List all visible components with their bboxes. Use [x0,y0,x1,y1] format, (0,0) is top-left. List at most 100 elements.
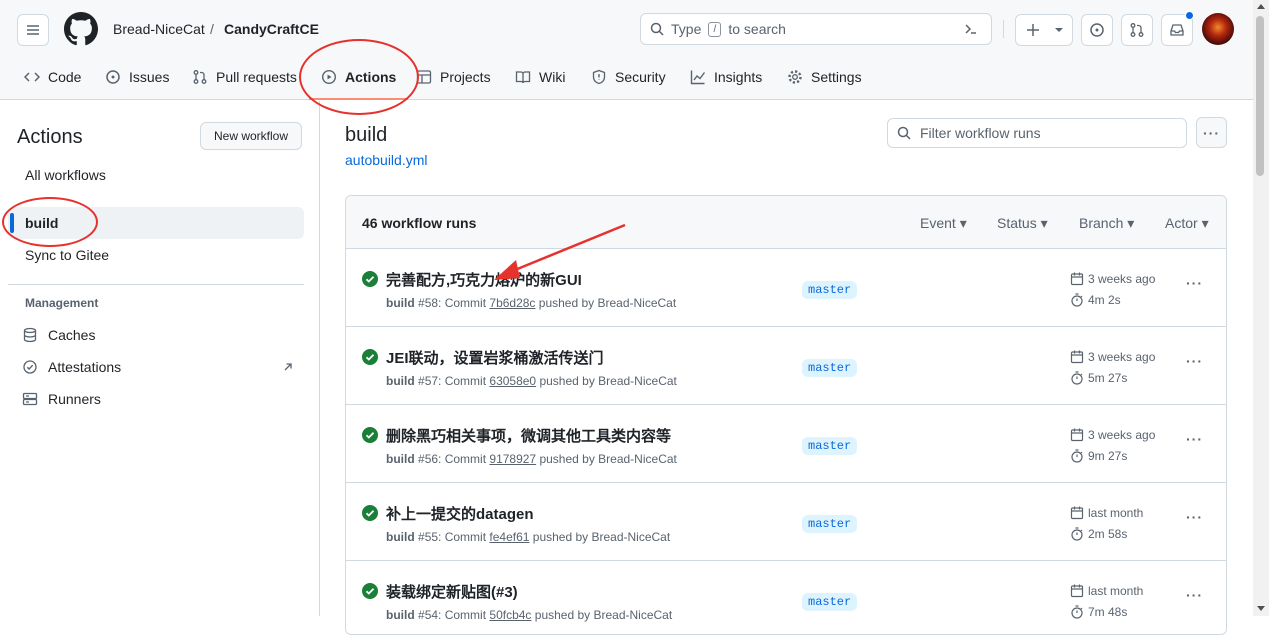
command-palette-button[interactable] [956,17,986,41]
tab-issues[interactable]: Issues [105,64,169,90]
workflow-run-row[interactable]: 装载绑定新贴图(#3) build #54: Commit 50fcb4c pu… [346,561,1226,634]
run-meta: build #55: Commit fe4ef61 pushed by Brea… [386,530,671,544]
check-circle-icon [362,505,378,521]
workflow-title: build [345,124,388,146]
status-filter[interactable]: Status ▾ [997,215,1048,232]
terminal-icon [965,24,976,34]
workflow-run-row[interactable]: JEI联动，设置岩浆桶激活传送门 build #57: Commit 63058… [346,327,1226,405]
search-text-pre: Type [671,21,702,37]
code-icon [24,72,40,82]
workflow-run-row[interactable]: 补上一提交的datagen build #55: Commit fe4ef61 … [346,483,1226,561]
triangle-down-icon [1055,28,1063,32]
sidebar-item-runners[interactable]: Runners [22,391,101,407]
search-input[interactable]: Type / to search [640,13,992,45]
run-kebab-icon[interactable]: ··· [1186,587,1203,603]
management-heading: Management [25,296,99,310]
sidebar-item-caches[interactable]: Caches [22,327,95,343]
issue-opened-icon [106,70,120,84]
header-divider [1003,20,1004,38]
tab-issues-label: Issues [129,69,170,85]
sidebar-item-all-workflows[interactable]: All workflows [25,167,106,183]
tab-wiki[interactable]: Wiki [515,64,565,90]
run-duration: 9m 27s [1070,449,1127,463]
annotation-circle-actions [299,39,419,115]
repo-link[interactable]: CandyCraftCE [224,20,319,38]
run-date: last month [1070,584,1143,598]
run-kebab-icon[interactable]: ··· [1186,509,1203,525]
scroll-down-arrow[interactable] [1257,606,1265,611]
tab-security[interactable]: Security [591,64,666,90]
tab-code-label: Code [48,69,82,85]
run-date: 3 weeks ago [1070,272,1155,286]
run-meta: build #58: Commit 7b6d28c pushed by Brea… [386,296,677,310]
run-kebab-icon[interactable]: ··· [1186,431,1203,447]
workflow-run-row[interactable]: 完善配方,巧克力熔炉的新GUI build #58: Commit 7b6d28… [346,249,1226,327]
pull-requests-button[interactable] [1121,14,1153,46]
tab-insights-label: Insights [714,69,763,85]
create-new-button[interactable] [1015,14,1073,46]
scrollbar-thumb[interactable] [1256,16,1264,176]
filter-runs-input[interactable]: Filter workflow runs [887,118,1187,148]
run-title[interactable]: 补上一提交的datagen [386,503,534,524]
repo-header: Bread-NiceCat / CandyCraftCE Type / to sea… [0,0,1253,100]
new-workflow-button[interactable]: New workflow [200,122,302,150]
scroll-up-arrow[interactable] [1257,4,1265,9]
branch-label[interactable]: master [802,437,858,455]
verified-icon [23,360,37,374]
branch-filter[interactable]: Branch ▾ [1079,215,1134,232]
run-duration: 5m 27s [1070,371,1127,385]
sidebar-title: Actions [17,126,83,148]
branch-label[interactable]: master [802,281,858,299]
stopwatch-icon [1071,449,1083,463]
tab-pull-requests[interactable]: Pull requests [192,64,297,90]
tab-projects[interactable]: Projects [416,64,491,90]
run-duration: 7m 48s [1070,605,1127,619]
run-title[interactable]: 删除黑巧相关事项，微调其他工具类内容等 [386,425,671,446]
workflow-menu-button[interactable]: ··· [1196,117,1227,148]
check-circle-icon [362,271,378,287]
github-logo-icon[interactable] [64,12,98,46]
run-date: 3 weeks ago [1070,350,1155,364]
workflow-run-row[interactable]: 删除黑巧相关事项，微调其他工具类内容等 build #56: Commit 91… [346,405,1226,483]
shield-icon [592,69,606,85]
tab-wiki-label: Wiki [539,69,566,85]
tab-code[interactable]: Code [24,64,81,90]
branch-label[interactable]: master [802,359,858,377]
branch-label[interactable]: master [802,593,858,611]
calendar-icon [1070,428,1084,442]
event-filter[interactable]: Event ▾ [920,215,967,232]
commit-sha-link[interactable]: 7b6d28c [489,296,535,310]
owner-link[interactable]: Bread-NiceCat [113,20,205,38]
issues-button[interactable] [1081,14,1113,46]
commit-sha-link[interactable]: 9178927 [489,452,536,466]
commit-sha-link[interactable]: 50fcb4c [489,608,531,622]
avatar[interactable] [1202,13,1234,45]
inbox-icon [1170,24,1184,36]
tab-settings[interactable]: Settings [787,64,862,90]
workflow-file-link[interactable]: autobuild.yml [345,152,428,168]
stopwatch-icon [1071,605,1083,619]
notification-dot [1185,11,1194,20]
search-icon [897,126,911,140]
run-kebab-icon[interactable]: ··· [1186,275,1203,291]
plus-icon [1027,24,1039,36]
run-kebab-icon[interactable]: ··· [1186,353,1203,369]
check-circle-icon [362,583,378,599]
commit-sha-link[interactable]: fe4ef61 [489,530,529,544]
attestations-label: Attestations [48,359,122,375]
commit-sha-link[interactable]: 63058e0 [489,374,536,388]
run-title[interactable]: JEI联动，设置岩浆桶激活传送门 [386,347,604,368]
breadcrumb-separator: / [210,21,214,37]
menu-button[interactable] [17,14,49,46]
stopwatch-icon [1071,371,1083,385]
tab-pull-requests-label: Pull requests [216,69,297,85]
calendar-icon [1070,350,1084,364]
book-icon [515,71,531,84]
run-title[interactable]: 装载绑定新贴图(#3) [386,581,518,602]
actor-filter[interactable]: Actor ▾ [1165,215,1209,232]
run-meta: build #57: Commit 63058e0 pushed by Brea… [386,374,677,388]
tab-insights[interactable]: Insights [690,64,762,90]
branch-label[interactable]: master [802,515,858,533]
sidebar-item-sync-to-gitee[interactable]: Sync to Gitee [25,247,109,263]
sidebar-item-attestations[interactable]: Attestations [22,359,121,375]
